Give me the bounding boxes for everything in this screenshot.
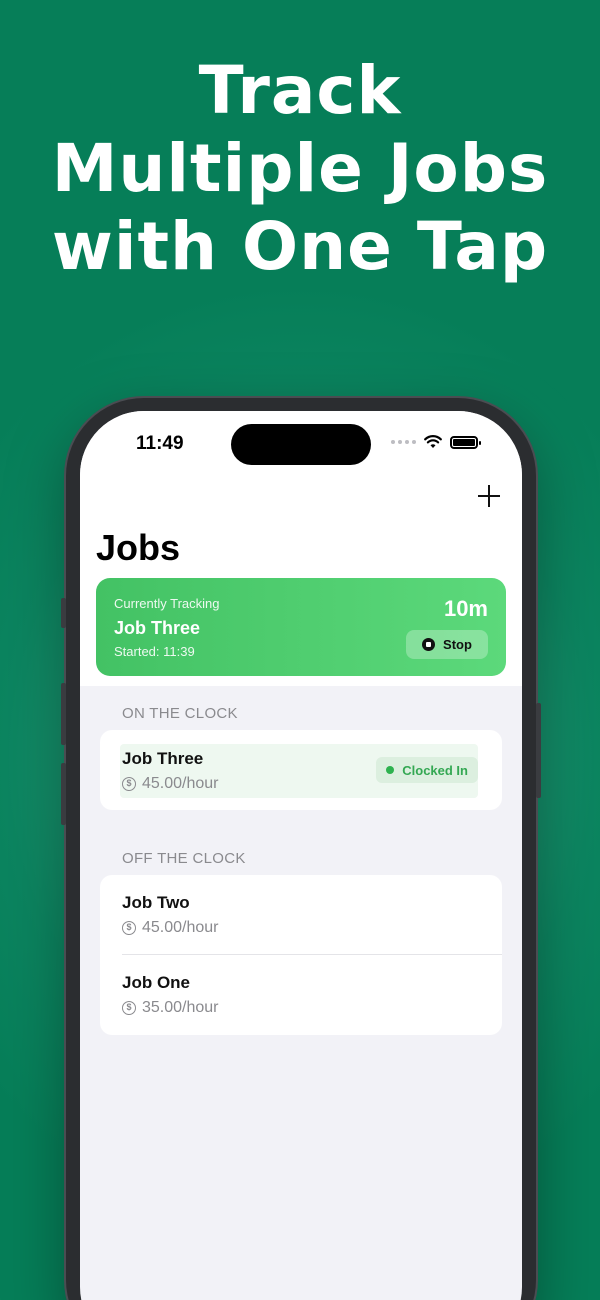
off-clock-header: OFF THE CLOCK [122, 850, 246, 867]
on-clock-card: Job Three $ 45.00/hour Clocked In [100, 730, 502, 810]
tracking-start-time: Started: 11:39 [114, 644, 195, 659]
job-rate-text: 35.00/hour [142, 999, 219, 1016]
status-badge-label: Clocked In [402, 762, 468, 778]
off-clock-card: Job Two $ 45.00/hour Job One $ 35.00/hou… [100, 875, 502, 1035]
tracking-elapsed-time: 10m [443, 596, 488, 621]
dynamic-island [231, 424, 371, 465]
currently-tracking-card[interactable]: Currently Tracking Job Three Started: 11… [96, 578, 506, 676]
phone-side-button [61, 683, 66, 745]
status-badge: Clocked In [376, 757, 478, 783]
status-dot-icon [386, 766, 395, 774]
job-rate: $ 35.00/hour [122, 999, 219, 1017]
app-screen: 11:49 Jobs Currently Tracking Job Three … [80, 411, 522, 1300]
job-rate: $ 45.00/hour [122, 775, 219, 793]
signal-icon [391, 440, 416, 444]
job-name: Job Two [122, 893, 190, 912]
phone-side-button [61, 598, 66, 628]
job-rate: $ 45.00/hour [122, 919, 219, 937]
job-name: Job One [122, 973, 191, 992]
wifi-icon [424, 435, 442, 448]
tracking-job-name: Job Three [114, 618, 201, 638]
job-row[interactable]: Job Two $ 45.00/hour [100, 875, 502, 955]
headline-line-3: with One Tap [51, 208, 549, 285]
job-name: Job Three [122, 749, 204, 768]
headline-line-1: Track [198, 52, 402, 129]
stop-icon [422, 638, 436, 651]
on-clock-header: ON THE CLOCK [122, 705, 238, 722]
add-job-button[interactable] [476, 483, 502, 509]
dollar-icon: $ [122, 1001, 136, 1015]
job-rate-text: 45.00/hour [142, 919, 219, 936]
dollar-icon: $ [122, 777, 136, 791]
job-row[interactable]: Job One $ 35.00/hour [100, 955, 502, 1035]
headline: Track Multiple Jobs with One Tap [0, 52, 600, 286]
status-time: 11:49 [136, 433, 184, 454]
phone-frame: 11:49 Jobs Currently Tracking Job Three … [61, 398, 541, 1300]
page-title: Jobs [96, 527, 181, 568]
tracking-label: Currently Tracking [114, 596, 220, 611]
status-indicators [391, 435, 481, 449]
headline-line-2: Multiple Jobs [51, 130, 549, 207]
stop-label: Stop [443, 637, 472, 652]
job-row[interactable]: Job Three $ 45.00/hour Clocked In [120, 744, 478, 798]
phone-side-button [536, 703, 541, 798]
dollar-icon: $ [122, 921, 136, 935]
job-rate-text: 45.00/hour [142, 775, 219, 792]
battery-icon [450, 435, 481, 449]
stop-button[interactable]: Stop [406, 630, 488, 659]
phone-side-button [61, 763, 66, 825]
